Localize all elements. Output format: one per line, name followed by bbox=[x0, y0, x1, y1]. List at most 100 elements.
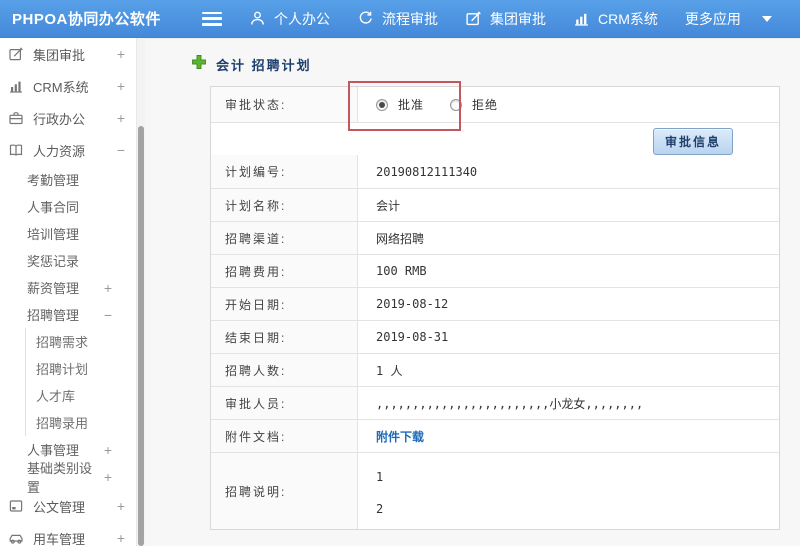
sidebar-item[interactable]: 招聘需求 bbox=[25, 328, 136, 355]
form-row: 审批人员: ,,,,,,,,,,,,,,,,,,,,,,,,小龙女,,,,,,,, bbox=[211, 386, 779, 419]
form-row: 招聘费用: 100 RMB bbox=[211, 254, 779, 287]
field-value: 网络招聘 bbox=[376, 231, 425, 246]
approval-status-row: 审批状态: 批准 拒绝 bbox=[211, 87, 779, 122]
sidebar-item[interactable]: 人才库 bbox=[25, 382, 136, 409]
caret-down-icon bbox=[761, 15, 772, 22]
sidebar-item[interactable]: 招聘管理 − bbox=[0, 301, 136, 328]
field-value: 12 bbox=[358, 453, 779, 529]
radio-reject-label: 拒绝 bbox=[472, 98, 499, 112]
field-label: 招聘渠道: bbox=[211, 222, 358, 254]
field-label: 审批人员: bbox=[211, 387, 358, 419]
sidebar-item-label: 招聘录用 bbox=[36, 416, 89, 431]
topbar-nav: 个人办公 流程审批 集团审批 CRM系统 更多应用 bbox=[222, 9, 772, 29]
expand-toggle-icon: + bbox=[103, 441, 112, 458]
form-row: 招聘人数: 1 人 bbox=[211, 353, 779, 386]
field-value: 会计 bbox=[376, 198, 401, 213]
sidebar-item-label: 人事合同 bbox=[27, 200, 80, 215]
field-value: 100 RMB bbox=[376, 264, 427, 278]
expand-toggle-icon: + bbox=[116, 78, 125, 94]
approval-info-button[interactable]: 审批信息 bbox=[652, 128, 733, 155]
sidebar-item[interactable]: 考勤管理 bbox=[0, 166, 136, 193]
sidebar-item-label: 考勤管理 bbox=[27, 173, 80, 188]
sidebar-item[interactable]: 用车管理 + bbox=[0, 522, 136, 546]
expand-toggle-icon: + bbox=[116, 46, 125, 62]
sidebar-item-label: 公文管理 bbox=[33, 499, 86, 515]
field-value: 20190812111340 bbox=[376, 164, 478, 179]
sidebar-item-label: 招聘计划 bbox=[36, 362, 89, 377]
attachment-download-link[interactable]: 附件下载 bbox=[376, 428, 424, 445]
field-value: 附件下载 bbox=[358, 420, 779, 452]
form-row: 招聘渠道: 网络招聘 bbox=[211, 221, 779, 254]
hamburger-menu-icon[interactable] bbox=[202, 11, 222, 26]
field-label: 招聘人数: bbox=[211, 354, 358, 386]
form-row: 计划编号: 20190812111340 bbox=[211, 155, 779, 188]
field-value-line: 1 bbox=[376, 470, 384, 484]
sidebar-item[interactable]: CRM系统 + bbox=[0, 70, 136, 102]
sidebar-item[interactable]: 招聘计划 bbox=[25, 355, 136, 382]
nav-workflow-approval[interactable]: 流程审批 bbox=[357, 9, 438, 29]
sidebar-scrollbar-thumb[interactable] bbox=[138, 126, 144, 546]
field-value: 2019-08-31 bbox=[376, 330, 449, 344]
nav-label: 个人办公 bbox=[274, 10, 330, 27]
sidebar-item[interactable]: 奖惩记录 bbox=[0, 247, 136, 274]
expand-toggle-icon: + bbox=[103, 468, 112, 485]
sidebar-item[interactable]: 集团审批 + bbox=[0, 38, 136, 70]
field-label: 结束日期: bbox=[211, 321, 358, 353]
nav-group-approval[interactable]: 集团审批 bbox=[465, 9, 546, 29]
radio-approve[interactable] bbox=[376, 98, 388, 111]
app-window: PHPOA协同办公软件 个人办公 流程审批 集团审批 CRM系统 更多应用 集团… bbox=[0, 0, 800, 546]
field-value-line: 2 bbox=[376, 502, 384, 516]
radio-reject[interactable] bbox=[450, 98, 463, 111]
sidebar-item[interactable]: 行政办公 + bbox=[0, 102, 136, 134]
expand-toggle-icon: + bbox=[116, 530, 125, 546]
field-value: ,,,,,,,,,,,,,,,,,,,,,,,,小龙女,,,,,,,, bbox=[376, 396, 644, 411]
sidebar-item[interactable]: 招聘录用 bbox=[25, 409, 136, 436]
nav-more-apps[interactable]: 更多应用 bbox=[685, 9, 772, 29]
chart-icon bbox=[573, 10, 590, 27]
field-label: 计划编号: bbox=[211, 155, 358, 188]
sidebar-item[interactable]: 培训管理 bbox=[0, 220, 136, 247]
form-row: 附件文档: 附件下载 bbox=[211, 419, 779, 452]
nav-crm-system[interactable]: CRM系统 bbox=[573, 9, 658, 29]
nav-label: 集团审批 bbox=[490, 10, 546, 27]
field-value: 1 人 bbox=[376, 363, 403, 378]
field-label: 开始日期: bbox=[211, 288, 358, 320]
radio-approve-label: 批准 bbox=[398, 98, 425, 112]
nav-personal-office[interactable]: 个人办公 bbox=[249, 9, 330, 29]
sidebar-item[interactable]: 薪资管理 + bbox=[0, 274, 136, 301]
topbar: PHPOA协同办公软件 个人办公 流程审批 集团审批 CRM系统 更多应用 bbox=[0, 0, 800, 38]
nav-label: 更多应用 bbox=[684, 10, 741, 27]
sidebar-item-label: CRM系统 bbox=[33, 79, 89, 95]
sidebar: 集团审批 + CRM系统 + 行政办公 + 人力资源 − 考勤管理 人事合同 培训管理 奖惩记录 薪资管… bbox=[0, 38, 145, 546]
field-label: 招聘费用: bbox=[211, 255, 358, 287]
sidebar-item-label: 用车管理 bbox=[33, 531, 86, 546]
main-content: 会计 招聘计划 审批状态: 批准 拒绝 审批信息 计划编号: 2019081211… bbox=[145, 38, 800, 546]
approval-button-row: 审批信息 bbox=[211, 122, 779, 155]
recruitment-plan-form: 审批状态: 批准 拒绝 审批信息 计划编号: 20190812111340 计划名称… bbox=[210, 86, 780, 530]
sidebar-item-label: 集团审批 bbox=[33, 47, 86, 63]
person-icon bbox=[249, 10, 266, 27]
approval-radio-group: 批准 拒绝 bbox=[376, 96, 514, 113]
sidebar-item-label: 人事管理 bbox=[27, 443, 80, 458]
sidebar-item[interactable]: 基础类别设置 + bbox=[0, 461, 136, 495]
sidebar-menu: 集团审批 + CRM系统 + 行政办公 + 人力资源 − 考勤管理 人事合同 培训管理 奖惩记录 薪资管… bbox=[0, 38, 136, 546]
field-value: 2019-08-12 bbox=[376, 297, 449, 311]
sidebar-item-label: 奖惩记录 bbox=[27, 254, 80, 269]
sidebar-item-label: 人力资源 bbox=[33, 143, 86, 159]
edit-icon bbox=[465, 10, 482, 27]
doc-icon bbox=[8, 498, 24, 514]
app-logo: PHPOA协同办公软件 bbox=[12, 11, 161, 28]
expand-toggle-icon: − bbox=[116, 142, 125, 158]
form-row: 计划名称: 会计 bbox=[211, 188, 779, 221]
car-icon bbox=[8, 530, 24, 546]
sidebar-item[interactable]: 人力资源 − bbox=[0, 134, 136, 166]
expand-toggle-icon: + bbox=[116, 498, 125, 514]
add-plus-icon bbox=[191, 54, 207, 75]
sidebar-scrollbar-track bbox=[136, 38, 145, 546]
nav-label: 流程审批 bbox=[382, 10, 438, 27]
form-row: 开始日期: 2019-08-12 bbox=[211, 287, 779, 320]
sidebar-item-label: 薪资管理 bbox=[27, 281, 80, 296]
form-row: 招聘说明: 1 2 bbox=[211, 452, 779, 529]
sidebar-item[interactable]: 人事合同 bbox=[0, 193, 136, 220]
sidebar-item-label: 行政办公 bbox=[33, 111, 86, 127]
